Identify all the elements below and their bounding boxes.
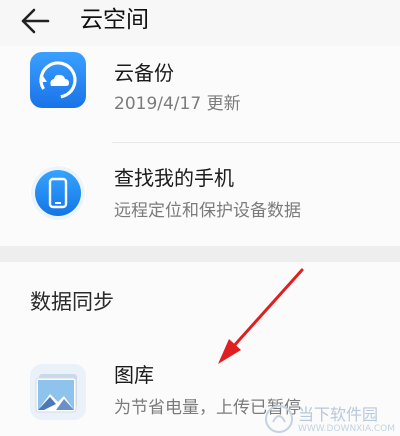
section-divider	[0, 246, 400, 262]
find-phone-icon	[30, 165, 86, 221]
app-header: 云空间	[0, 0, 400, 46]
cloud-backup-subtitle: 2019/4/17 更新	[114, 94, 241, 114]
data-sync-heading: 数据同步	[30, 290, 114, 314]
cloud-backup-title: 云备份	[114, 61, 174, 85]
cloud-backup-icon	[30, 52, 86, 108]
watermark-sub: WWW.DOWNXIA.COM	[298, 424, 395, 434]
gallery-title: 图库	[114, 363, 154, 387]
watermark: 当下软件园 WWW.DOWNXIA.COM	[264, 402, 395, 436]
find-phone-row[interactable]: 查找我的手机 远程定位和保护设备数据	[0, 143, 400, 246]
watermark-logo-icon	[265, 405, 293, 433]
cloud-services-section: 云备份 2019/4/17 更新 查找我的手机 远程定位和保护设备数据	[0, 46, 400, 246]
gallery-icon	[30, 364, 86, 420]
find-phone-title: 查找我的手机	[114, 166, 234, 190]
find-phone-subtitle: 远程定位和保护设备数据	[114, 201, 301, 221]
page-title: 云空间	[80, 7, 149, 33]
back-arrow-icon	[21, 8, 50, 34]
cloud-backup-row[interactable]: 云备份 2019/4/17 更新	[0, 46, 400, 142]
back-button[interactable]	[18, 6, 52, 36]
watermark-text: 当下软件园	[298, 405, 379, 424]
